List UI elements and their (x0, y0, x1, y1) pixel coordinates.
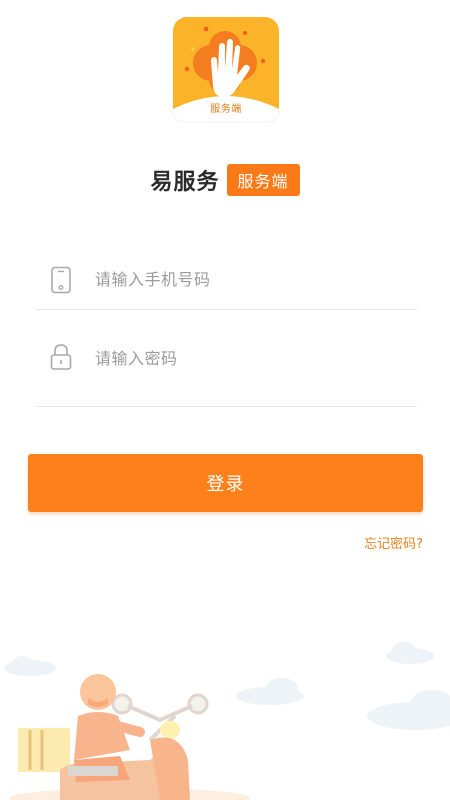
phone-icon (49, 266, 73, 294)
phone-field (35, 250, 417, 310)
password-input[interactable] (95, 343, 417, 373)
password-field (35, 330, 417, 407)
cloud-icon (4, 642, 450, 730)
role-badge: 服务端 (226, 164, 300, 196)
lock-icon (49, 343, 73, 371)
app-name: 易服务 (150, 170, 220, 195)
phone-input[interactable] (95, 264, 417, 295)
delivery-rider-illustration (4, 642, 450, 800)
title-row: 易服务 服务端 (0, 163, 450, 197)
forgot-password-link[interactable]: 忘记密码? (364, 533, 423, 552)
login-button[interactable]: 登录 (28, 454, 423, 512)
login-screen: 服务端 易服务 服务端 登录 忘记密码? (0, 0, 450, 800)
logo-caption: 服务端 (210, 104, 242, 115)
app-logo: 服务端 (173, 17, 279, 121)
